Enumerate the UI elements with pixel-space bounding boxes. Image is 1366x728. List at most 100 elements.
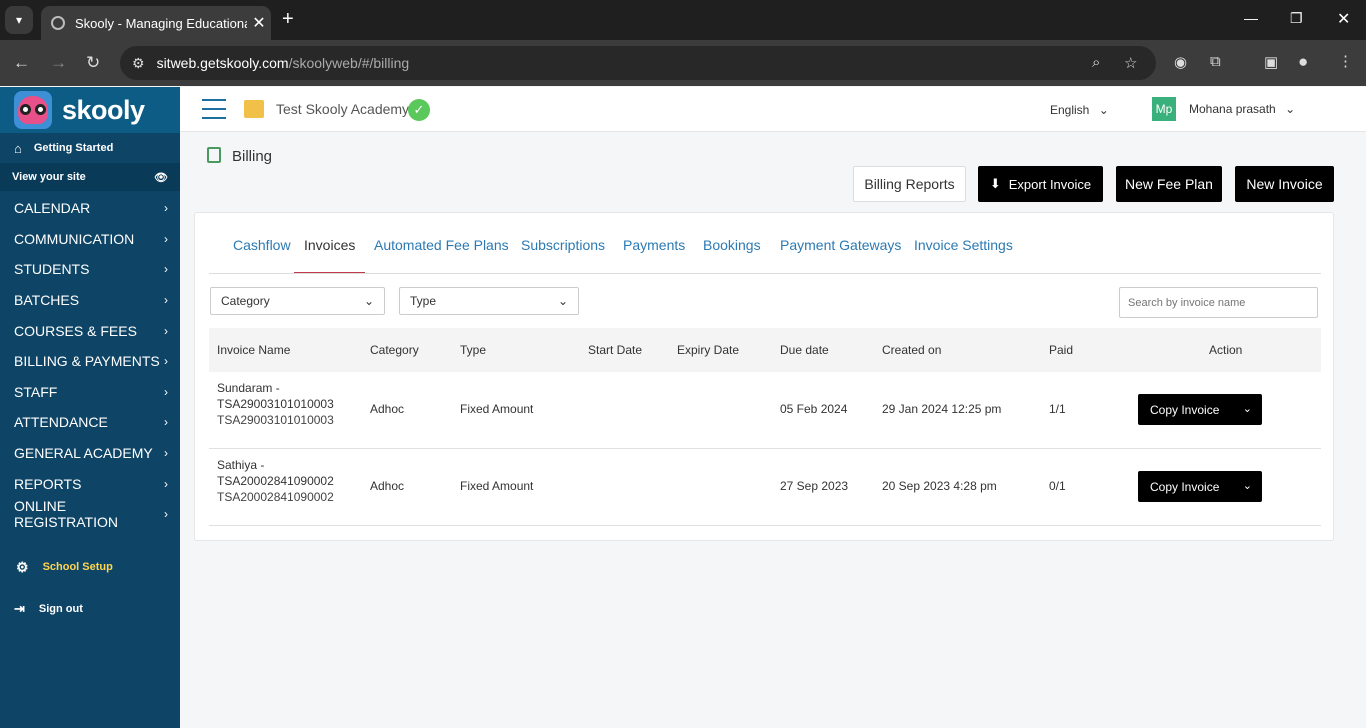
getting-started-link[interactable]: ⌂ Getting Started [0,133,180,163]
tab-payments[interactable]: Payments [623,237,685,253]
school-setup-link[interactable]: ⚙ School Setup [0,552,180,582]
sidebar-item-batches[interactable]: BATCHES › [0,285,180,316]
tab-search-icon[interactable]: ▾ [5,6,33,34]
puzzle-icon[interactable]: ⧉ [1210,53,1221,70]
user-menu[interactable]: Mohana prasath ⌄ [1189,102,1295,116]
tab-subscriptions[interactable]: Subscriptions [521,237,605,253]
sidebar-item-communication[interactable]: COMMUNICATION › [0,224,180,255]
tab-invoice-settings[interactable]: Invoice Settings [914,237,1013,253]
column-header-created-on: Created on [882,343,942,357]
menu-dots-icon[interactable]: ⋮ [1338,52,1353,70]
invoice-category: Adhoc [370,479,405,493]
sidebar-item-students[interactable]: STUDENTS › [0,254,180,285]
close-window-icon[interactable]: ✕ [1337,9,1350,29]
sidebar-item-online-registration[interactable]: ONLINE REGISTRATION › [0,498,180,530]
browser-tab[interactable]: Skooly - Managing Educational ✕ [41,6,271,40]
tab-invoices[interactable]: Invoices [293,237,366,273]
sidebar-item-courses-fees[interactable]: COURSES & FEES › [0,315,180,346]
column-header-start-date: Start Date [588,343,643,357]
new-fee-plan-button[interactable]: New Fee Plan [1116,166,1222,202]
site-info-icon[interactable]: ⚙ [132,55,145,72]
logo-text: skooly [62,94,145,125]
chevron-down-icon: ⌄ [1285,102,1296,116]
category-filter-label: Category [221,294,270,308]
tab-payment-gateways[interactable]: Payment Gateways [780,237,901,253]
chevron-right-icon: › [164,415,168,430]
new-tab-icon[interactable]: + [282,8,294,31]
column-header-category: Category [370,343,419,357]
copy-invoice-label: Copy Invoice [1150,479,1220,494]
side-panel-icon[interactable]: ▣ [1264,53,1278,71]
sidebar-item-label: COURSES & FEES [14,322,137,339]
invoice-paid: 1/1 [1049,402,1066,416]
sidebar-item-label: BILLING & PAYMENTS [14,353,160,370]
chevron-right-icon: › [164,476,168,491]
language-select[interactable]: English ⌄ [1050,103,1109,117]
copy-invoice-button[interactable]: Copy Invoice ⌄ [1138,471,1262,502]
tab-automated-fee-plans[interactable]: Automated Fee Plans [374,237,509,253]
invoice-name-id: TSA20002841090002 [217,474,334,488]
sidebar-item-staff[interactable]: STAFF › [0,377,180,408]
invoice-created-on: 20 Sep 2023 4:28 pm [882,479,997,493]
avatar[interactable]: Mp [1152,97,1176,121]
sidebar-item-label: COMMUNICATION [14,230,135,247]
invoice-type: Fixed Amount [460,402,534,416]
table-header: Invoice Name Category Type Start Date Expiry… [209,328,1321,372]
sidebar-item-label: CALENDAR [14,200,91,217]
sidebar-item-calendar[interactable]: CALENDAR › [0,193,180,224]
sidebar: skooly ⌂ Getting Started View your site … [0,87,180,728]
school-setup-label: School Setup [42,561,113,573]
copy-invoice-button[interactable]: Copy Invoice ⌄ [1138,394,1262,425]
chevron-down-icon[interactable]: ⌄ [1243,402,1252,415]
profile-icon[interactable]: ● [1298,52,1308,72]
restore-icon[interactable]: ❐ [1290,10,1303,27]
sidebar-item-label: GENERAL ACADEMY [14,445,153,462]
sign-out-icon: ⇥ [14,601,25,616]
billing-tabs: Cashflow Invoices Automated Fee Plans Subsc… [209,213,1321,274]
logo[interactable]: skooly [0,87,180,133]
reload-icon[interactable]: ↻ [86,53,100,73]
invoice-name[interactable]: Sathiya - [217,458,264,472]
type-filter[interactable]: Type ⌄ [399,287,579,315]
sidebar-item-reports[interactable]: REPORTS › [0,468,180,499]
hamburger-menu-icon[interactable] [202,99,226,119]
download-icon: ⬇ [989,176,1001,191]
export-invoice-button[interactable]: ⬇ Export Invoice [978,166,1103,202]
extension-icon[interactable]: ◉ [1174,53,1187,71]
invoice-paid: 0/1 [1049,479,1066,493]
column-header-paid: Paid [1049,343,1074,357]
chevron-right-icon: › [164,262,168,277]
invoice-search-input[interactable] [1119,287,1318,318]
billing-reports-button[interactable]: Billing Reports [853,166,966,202]
gear-icon: ⚙ [16,558,29,575]
top-header: Test Skooly Academy ✓ English ⌄ Mp Mohan… [180,87,1366,132]
sidebar-item-billing-payments[interactable]: BILLING & PAYMENTS › [0,346,180,377]
chevron-down-icon: ⌄ [363,294,374,308]
owl-logo-icon [14,91,52,129]
sidebar-item-label: REPORTS [14,475,82,492]
sign-out-link[interactable]: ⇥ Sign out [0,594,180,624]
invoice-name[interactable]: Sundaram - [217,381,280,395]
tab-cashflow[interactable]: Cashflow [233,237,291,253]
forward-icon[interactable]: → [50,53,67,73]
export-invoice-label: Export Invoice [1008,176,1092,192]
chevron-right-icon: › [164,507,168,522]
address-bar[interactable]: ⚙ sitweb.getskooly.com/skoolyweb/#/billi… [120,46,1156,80]
tab-bookings[interactable]: Bookings [703,237,761,253]
invoice-due-date: 27 Sep 2023 [780,479,849,493]
new-invoice-button[interactable]: New Invoice [1235,166,1334,202]
sidebar-item-label: ATTENDANCE [14,414,108,431]
zoom-icon[interactable]: ⌕ [1092,54,1100,71]
back-icon[interactable]: ← [13,53,30,73]
category-filter[interactable]: Category ⌄ [210,287,385,315]
sidebar-item-general-academy[interactable]: GENERAL ACADEMY › [0,438,180,469]
sidebar-item-label: BATCHES [14,292,80,309]
view-site-link[interactable]: View your site 👁 [0,163,180,191]
minimize-icon[interactable]: — [1244,10,1258,26]
chevron-down-icon[interactable]: ⌄ [1243,479,1252,492]
chevron-right-icon: › [164,354,168,369]
bookmark-star-icon[interactable]: ☆ [1124,54,1137,72]
sidebar-item-attendance[interactable]: ATTENDANCE › [0,407,180,438]
invoice-type: Fixed Amount [460,479,534,493]
close-tab-icon[interactable]: ✕ [247,13,271,33]
